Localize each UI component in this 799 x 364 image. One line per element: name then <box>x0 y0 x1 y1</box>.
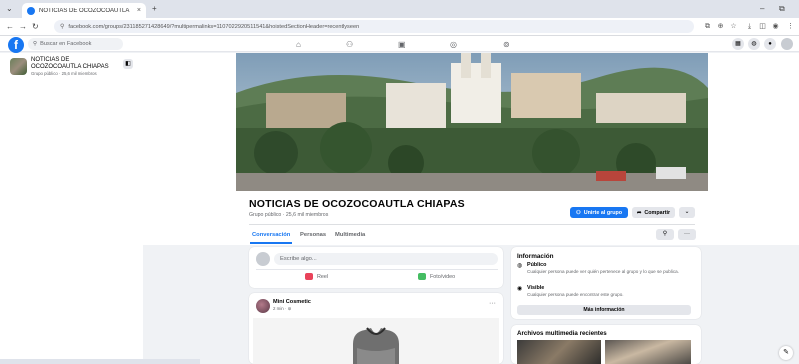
reel-button[interactable]: Reel <box>305 273 328 280</box>
composer-divider <box>256 269 498 270</box>
group-title: NOTICIAS DE OCOZOCOAUTLA CHIAPAS <box>249 198 465 210</box>
bookmark-star-icon[interactable]: ☆ <box>729 22 738 31</box>
notifications-bell-icon[interactable]: ● <box>764 38 776 50</box>
composer-input[interactable]: Escribe algo... <box>274 253 498 265</box>
share-arrow-icon: ➦ <box>636 209 642 216</box>
video-icon[interactable]: ▣ <box>398 40 406 49</box>
recent-media-thumbnail[interactable] <box>517 340 601 364</box>
eye-icon: ◉ <box>517 286 523 292</box>
search-placeholder: Buscar en Facebook <box>40 41 92 47</box>
window-restore-button[interactable]: ⧉ <box>779 5 785 13</box>
composer-avatar <box>256 252 270 266</box>
post-author-avatar[interactable] <box>256 299 270 313</box>
forward-arrow-icon[interactable]: → <box>19 23 27 31</box>
photo-icon <box>418 273 426 280</box>
group-meta[interactable]: Grupo público · 25,6 mil miembros <box>249 212 328 218</box>
post-more-icon[interactable]: ··· <box>489 300 496 307</box>
facebook-logo-icon[interactable]: f <box>8 37 24 53</box>
profile-icon[interactable]: ◉ <box>771 22 780 31</box>
globe-icon: ◍ <box>517 263 523 269</box>
cover-photo-illustration <box>236 53 708 191</box>
menu-grid-icon[interactable]: ▦ <box>732 38 744 50</box>
share-button[interactable]: ➦ Compartir <box>632 207 675 218</box>
photo-video-button[interactable]: Foto/video <box>418 273 455 280</box>
tab-search-icon[interactable]: ⌄ <box>6 5 13 13</box>
reel-icon <box>305 273 313 280</box>
sidebar-group-thumbnail[interactable] <box>10 58 27 75</box>
friends-icon[interactable]: ⚇ <box>346 40 353 49</box>
window-minimize-button[interactable]: – <box>760 5 764 13</box>
address-bar-url: facebook.com/groups/231185271428649/?mul… <box>68 23 360 30</box>
new-message-edit-icon[interactable]: ✎ <box>779 346 793 360</box>
public-description: Cualquier persona puede ver quién perten… <box>527 269 679 274</box>
home-icon[interactable]: ⌂ <box>296 40 301 49</box>
sidebar-group-meta: Grupo público · 25,6 mil miembros <box>31 71 97 76</box>
group-more-icon[interactable]: ··· <box>678 229 696 240</box>
info-heading: Información <box>517 253 554 260</box>
sidebar-collapse-icon[interactable]: ◧ <box>123 59 133 69</box>
browser-tab-title: NOTICIAS DE OCOZOCOAUTLA <box>39 7 130 14</box>
address-bar[interactable]: ⚲ facebook.com/groups/231185271428649/?m… <box>54 20 694 33</box>
side-panel-icon[interactable]: ◫ <box>758 22 767 31</box>
group-search-icon[interactable]: ⚲ <box>656 229 674 240</box>
install-app-icon[interactable]: ⧉ <box>703 22 712 31</box>
status-bar <box>0 359 200 364</box>
facebook-favicon-icon <box>27 6 35 15</box>
active-tab-indicator <box>250 242 292 244</box>
visible-title: Visible <box>527 285 545 291</box>
tab-conversation[interactable]: Conversación <box>252 232 290 238</box>
account-avatar[interactable] <box>781 38 793 50</box>
photo-video-label: Foto/video <box>430 273 456 280</box>
group-cover-photo[interactable] <box>236 53 708 191</box>
join-group-label: Unirte al grupo <box>583 209 623 216</box>
reload-icon[interactable]: ↻ <box>32 23 39 31</box>
zoom-icon[interactable]: ⊕ <box>716 22 725 31</box>
sidebar-group-name[interactable]: NOTICIAS DE OCOZOCOAUTLA CHIAPAS <box>31 57 117 71</box>
post-timestamp[interactable]: 2 min · ⊚ <box>273 306 291 312</box>
facebook-search-input[interactable]: ⚲ Buscar en Facebook <box>28 38 123 50</box>
site-info-icon[interactable]: ⚲ <box>60 23 64 30</box>
groups-icon[interactable]: ◎ <box>450 40 457 49</box>
join-icon: ⚇ <box>575 209 581 216</box>
reel-label: Reel <box>317 273 329 280</box>
visible-description: Cualquier persona puede encontrar este g… <box>527 292 624 297</box>
recent-media-heading: Archivos multimedia recientes <box>517 330 607 337</box>
tab-people[interactable]: Personas <box>300 232 326 238</box>
tab-media[interactable]: Multimedia <box>335 232 365 238</box>
more-info-button[interactable]: Más información <box>517 305 691 315</box>
public-title: Público <box>527 262 547 268</box>
back-arrow-icon[interactable]: ← <box>6 23 14 31</box>
post-author-name[interactable]: Mini Cosmetic <box>273 299 311 305</box>
post-image-illustration <box>253 318 499 364</box>
share-label: Compartir <box>644 209 671 216</box>
header-divider <box>249 224 695 225</box>
browser-menu-icon[interactable]: ⋮ <box>786 22 795 31</box>
gaming-icon[interactable]: ⊚ <box>503 40 510 49</box>
search-icon: ⚲ <box>33 41 38 47</box>
tab-close-icon[interactable]: × <box>137 7 141 14</box>
left-sidebar <box>0 53 143 364</box>
messenger-icon[interactable]: ◍ <box>748 38 760 50</box>
browser-tab[interactable]: NOTICIAS DE OCOZOCOAUTLA × <box>22 3 146 18</box>
post-image[interactable] <box>253 318 499 364</box>
join-group-button[interactable]: ⚇ Unirte al grupo <box>570 207 628 218</box>
more-options-chevron-icon[interactable]: ⌄ <box>679 207 695 218</box>
new-tab-button[interactable]: + <box>152 5 157 13</box>
recent-media-thumbnail[interactable] <box>605 340 691 364</box>
download-icon[interactable]: ⤓ <box>745 22 754 31</box>
